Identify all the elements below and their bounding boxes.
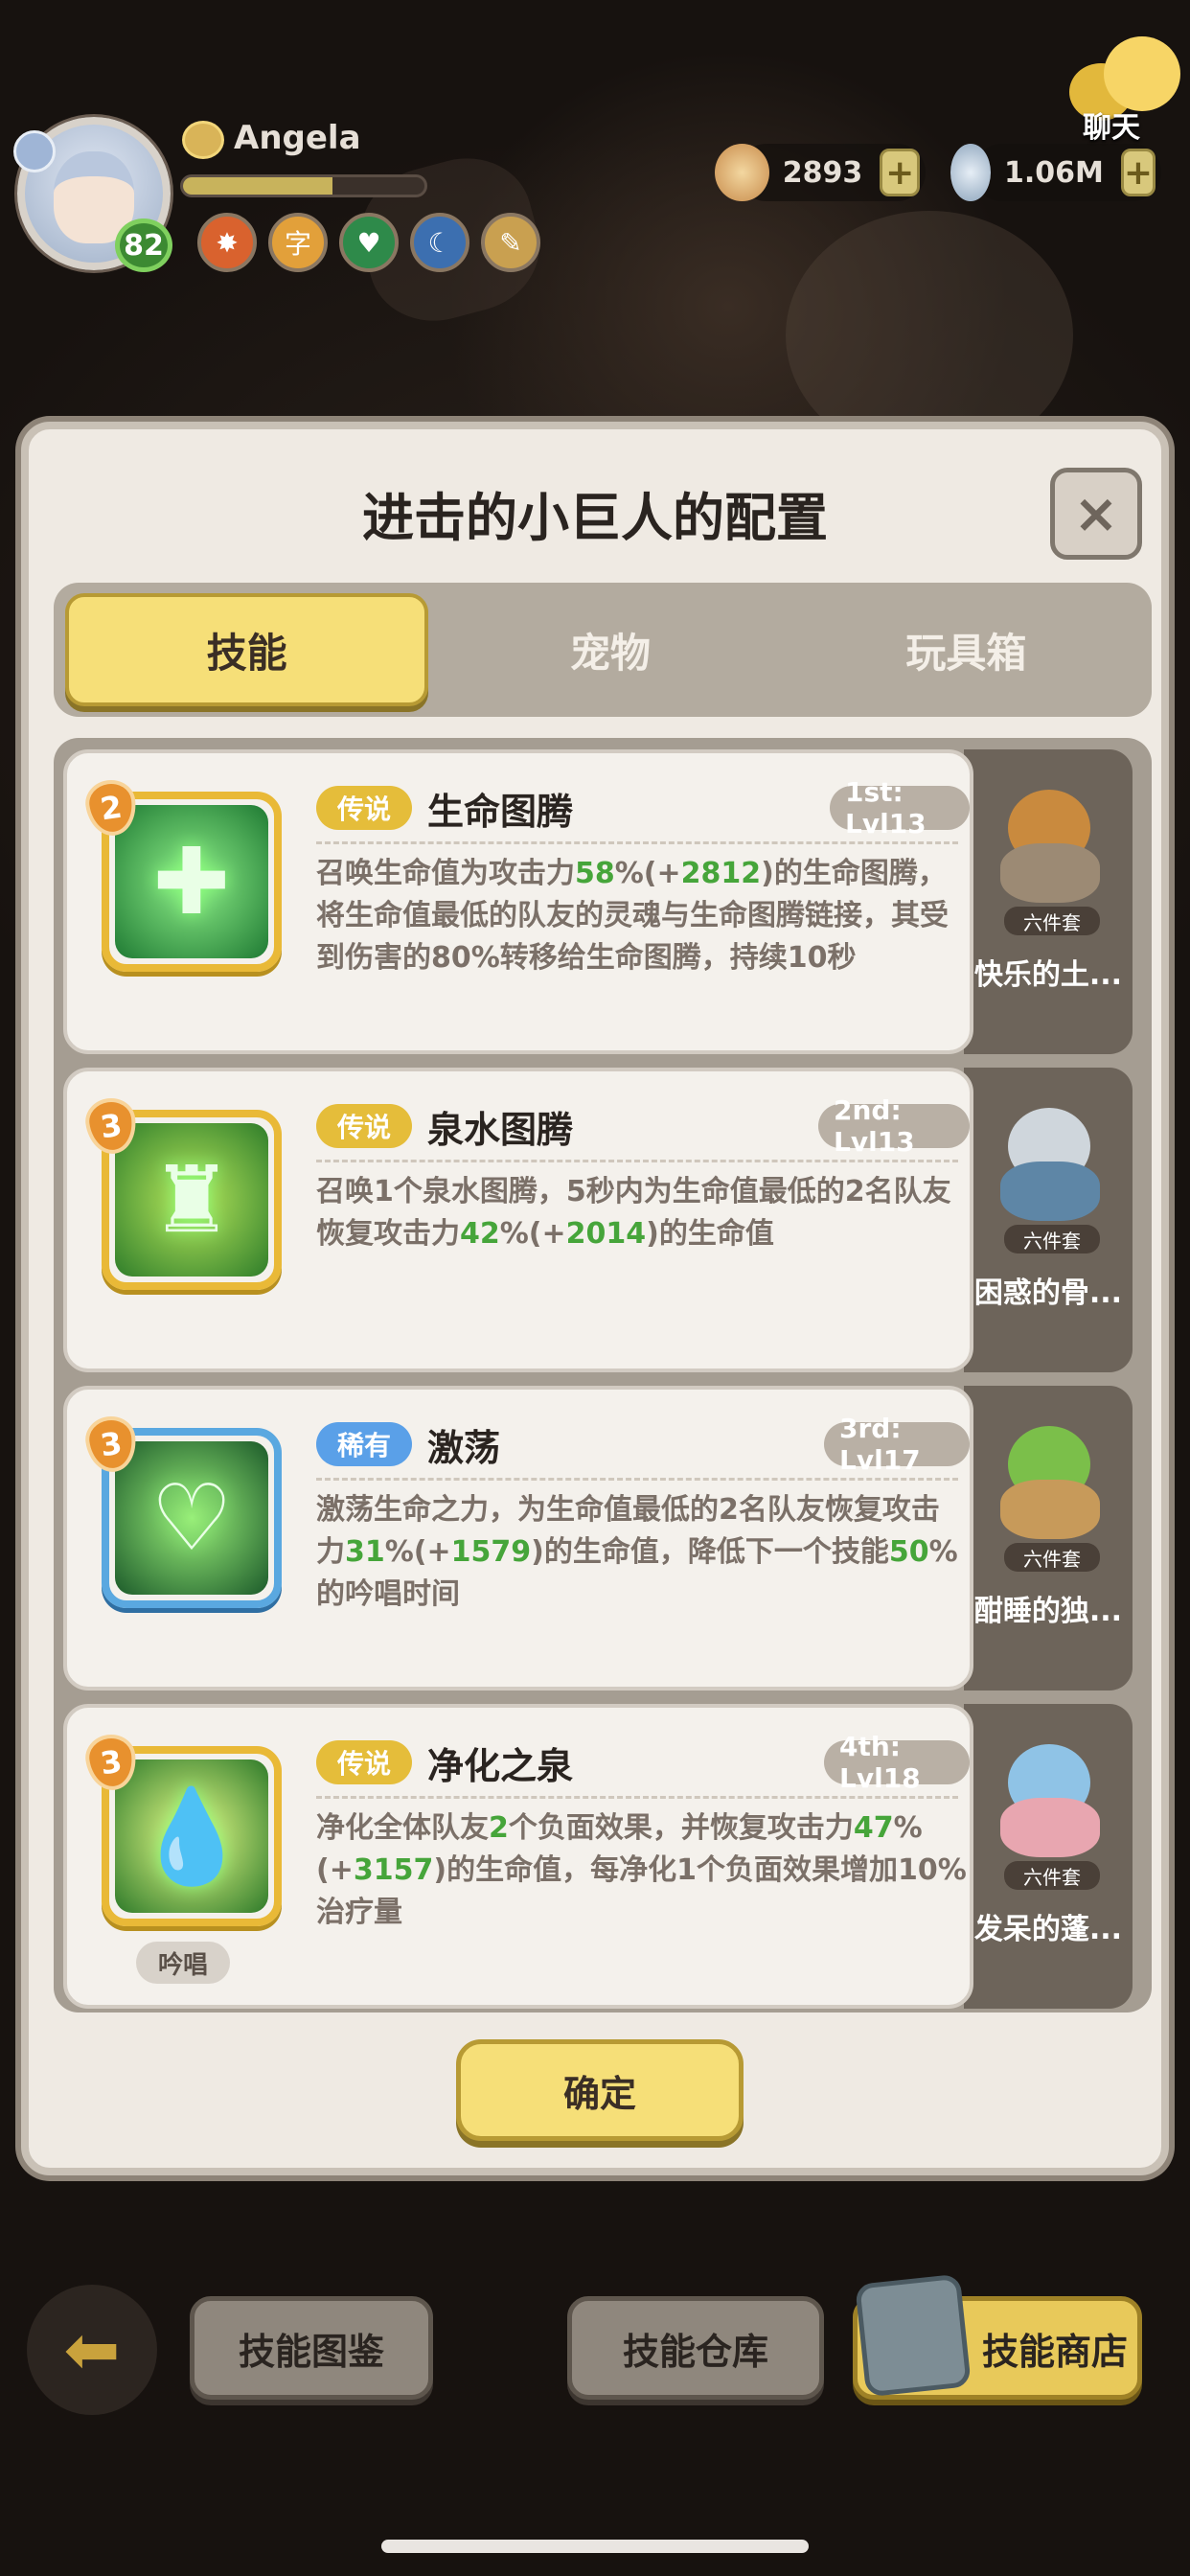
pet-image	[991, 1407, 1106, 1551]
exp-fill	[183, 177, 333, 195]
pet-base	[1000, 1480, 1100, 1539]
skill-name: 生命图腾	[427, 791, 574, 833]
skill-name: 激荡	[427, 1427, 501, 1469]
skill-row: 六件套 发呆的蓬... 💧 3 吟唱 传说 净化之泉 4th: Lvl18 净化…	[63, 1704, 1146, 2009]
pet-slot[interactable]: 六件套 困惑的骨...	[964, 1068, 1133, 1372]
config-modal: 进击的小巨人的配置 × 技能 宠物 玩具箱 六件套 快乐的土... ✚ 2 传说…	[21, 422, 1169, 2175]
pet-slot[interactable]: 六件套 快乐的土...	[964, 749, 1133, 1054]
close-icon: ×	[1073, 482, 1119, 545]
skill-row: 六件套 快乐的土... ✚ 2 传说 生命图腾 1st: Lvl13 召唤生命值…	[63, 749, 1146, 1054]
close-button[interactable]: ×	[1050, 468, 1142, 560]
pet-base	[1000, 1162, 1100, 1221]
back-button[interactable]: ⬅	[27, 2285, 157, 2415]
skill-codex-button[interactable]: 技能图鉴	[190, 2296, 433, 2400]
pet-set-tag: 六件套	[1004, 1861, 1100, 1890]
star-icon	[13, 130, 56, 172]
skill-card[interactable]: ♜ 3 传说 泉水图腾 2nd: Lvl13 召唤1个泉水图腾，5秒内为生命值最…	[63, 1068, 973, 1372]
pet-name: 发呆的蓬...	[973, 1913, 1123, 1946]
pet-slot[interactable]: 六件套 酣睡的独...	[964, 1386, 1133, 1690]
rarity-badge: 传说	[316, 786, 412, 830]
skill-name: 泉水图腾	[427, 1109, 574, 1151]
buff-attack-icon[interactable]: ✸	[197, 213, 257, 272]
pet-image	[991, 1089, 1106, 1232]
buff-scroll-icon[interactable]: ✎	[481, 213, 540, 272]
home-indicator[interactable]	[381, 2540, 809, 2553]
divider	[316, 841, 958, 844]
skill-card[interactable]: ♡ 3 稀有 激荡 3rd: Lvl17 激荡生命之力，为生命值最低的2名队友恢…	[63, 1386, 973, 1690]
skill-description: 召唤生命值为攻击力58%(+2812)的生命图腾，将生命值最低的队友的灵魂与生命…	[316, 857, 949, 975]
purify-spring-icon: 💧	[134, 1782, 249, 1890]
pet-base	[1000, 843, 1100, 903]
pet-name: 酣睡的独...	[973, 1595, 1123, 1628]
tab-skills[interactable]: 技能	[65, 593, 429, 706]
buff-moon-icon[interactable]: ☾	[410, 213, 469, 272]
modal-title: 进击的小巨人的配置	[362, 488, 828, 548]
skill-description: 召唤1个泉水图腾，5秒内为生命值最低的2名队友恢复攻击力42%(+2014)的生…	[316, 1175, 951, 1251]
divider	[316, 1478, 958, 1481]
add-pearl-button[interactable]: +	[1120, 149, 1156, 196]
skill-description: 净化全体队友2个负面效果，并恢复攻击力47%(+3157)的生命值，每净化1个负…	[316, 1811, 967, 1929]
exp-bar	[180, 174, 427, 197]
skill-storage-button[interactable]: 技能仓库	[567, 2296, 824, 2400]
add-shell-button[interactable]: +	[880, 149, 920, 196]
pet-set-tag: 六件套	[1004, 1225, 1100, 1254]
tab-bar: 技能 宠物 玩具箱	[54, 583, 1152, 717]
chat-label[interactable]: 聊天	[1083, 104, 1140, 146]
chant-tag: 吟唱	[136, 1942, 230, 1984]
pet-set-tag: 六件套	[1004, 907, 1100, 935]
skill-slot-level: 1st: Lvl13	[830, 776, 970, 840]
shell-currency: 2893 +	[715, 144, 926, 201]
spring-totem-icon: ♜	[149, 1146, 234, 1254]
pet-image	[991, 1725, 1106, 1869]
totem-icon: ✚	[152, 828, 231, 935]
emote-icon	[182, 121, 224, 159]
skill-description: 激荡生命之力，为生命值最低的2名队友恢复攻击力31%(+1579)的生命值，降低…	[316, 1493, 958, 1611]
pet-name: 困惑的骨...	[973, 1276, 1123, 1310]
divider	[316, 1796, 958, 1799]
pearl-amount: 1.06M	[1003, 155, 1104, 190]
skill-name: 净化之泉	[427, 1745, 574, 1787]
tab-toybox[interactable]: 玩具箱	[789, 592, 1144, 707]
player-name: Angela	[234, 119, 361, 157]
player-level-badge: 82	[115, 218, 172, 272]
pearl-icon	[950, 144, 991, 201]
pet-set-tag: 六件套	[1004, 1543, 1100, 1572]
buff-fortune-icon[interactable]: 字	[268, 213, 328, 272]
pet-slot[interactable]: 六件套 发呆的蓬...	[964, 1704, 1133, 2009]
skill-card[interactable]: ✚ 2 传说 生命图腾 1st: Lvl13 召唤生命值为攻击力58%(+281…	[63, 749, 973, 1054]
skill-slot-level: 4th: Lvl18	[824, 1731, 970, 1794]
buff-heart-icon[interactable]: ♥	[339, 213, 399, 272]
tab-pets[interactable]: 宠物	[432, 592, 788, 707]
skill-slot-level: 2nd: Lvl13	[818, 1094, 970, 1158]
rarity-badge: 传说	[316, 1740, 412, 1784]
skill-row: 六件套 酣睡的独... ♡ 3 稀有 激荡 3rd: Lvl17 激荡生命之力，…	[63, 1386, 1146, 1690]
skill-list: 六件套 快乐的土... ✚ 2 传说 生命图腾 1st: Lvl13 召唤生命值…	[54, 738, 1152, 2012]
divider	[316, 1160, 958, 1162]
pearl-currency: 1.06M +	[950, 144, 1161, 201]
shell-amount: 2893	[782, 155, 863, 190]
heart-heal-icon: ♡	[149, 1464, 234, 1572]
rarity-badge: 稀有	[316, 1422, 412, 1466]
pet-image	[991, 770, 1106, 914]
pet-name: 快乐的土...	[973, 958, 1123, 992]
skill-row: 六件套 困惑的骨... ♜ 3 传说 泉水图腾 2nd: Lvl13 召唤1个泉…	[63, 1068, 1146, 1372]
skill-card[interactable]: 💧 3 吟唱 传说 净化之泉 4th: Lvl18 净化全体队友2个负面效果，并…	[63, 1704, 973, 2009]
skill-slot-level: 3rd: Lvl17	[824, 1413, 970, 1476]
chat-bubble-icon	[1104, 36, 1180, 111]
shop-machine-icon	[855, 2273, 972, 2398]
rarity-badge: 传说	[316, 1104, 412, 1148]
back-arrow-icon: ⬅	[63, 2311, 121, 2389]
shell-icon	[715, 144, 769, 201]
pet-base	[1000, 1798, 1100, 1857]
confirm-button[interactable]: 确定	[456, 2039, 744, 2141]
buff-list: ✸ 字 ♥ ☾ ✎	[197, 213, 540, 272]
